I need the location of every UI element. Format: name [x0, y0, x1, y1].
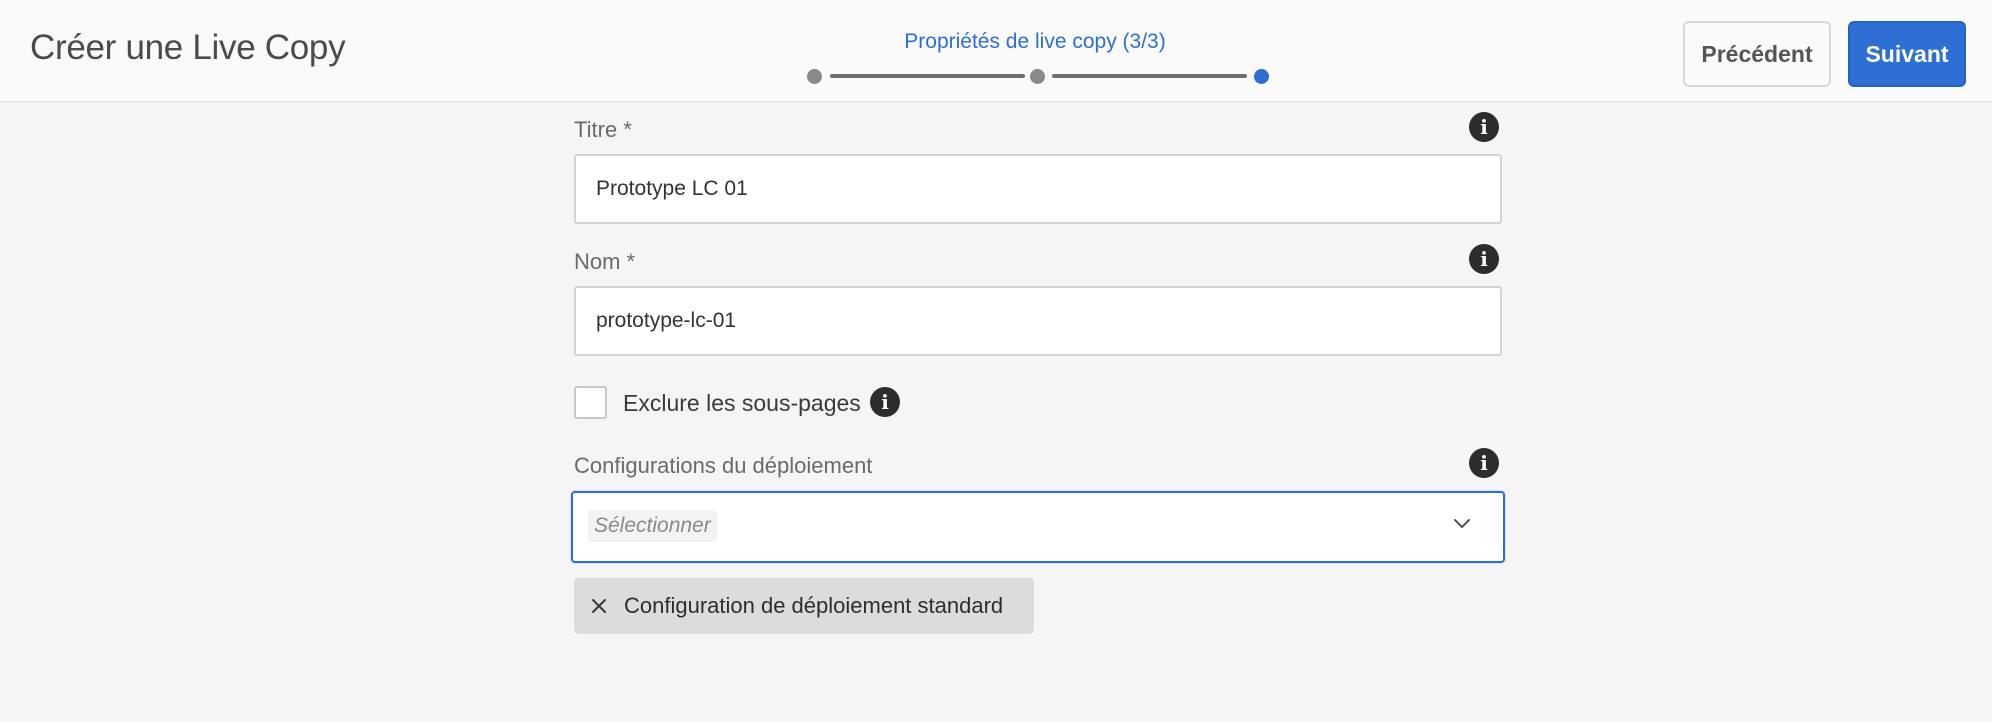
top-bar: Créer une Live Copy Propriétés de live c… — [0, 0, 1992, 102]
previous-button[interactable]: Précédent — [1683, 21, 1831, 87]
title-input[interactable] — [574, 154, 1502, 224]
rollout-configs-select[interactable]: Sélectionner — [571, 491, 1505, 563]
name-input[interactable] — [574, 286, 1502, 356]
rollout-config-tag-label: Configuration de déploiement standard — [624, 593, 1004, 618]
exclude-subpages-checkbox[interactable] — [574, 386, 607, 419]
wizard-step-line-2 — [1052, 74, 1247, 78]
rollout-configs-label: Configurations du déploiement — [574, 453, 873, 478]
exclude-subpages-label: Exclure les sous-pages — [623, 390, 861, 416]
name-field-label: Nom * — [574, 249, 636, 274]
chevron-down-icon — [1454, 519, 1470, 528]
title-info-icon[interactable]: i — [1469, 112, 1499, 142]
wizard-step-line-1 — [830, 74, 1025, 78]
close-icon[interactable] — [574, 578, 624, 634]
wizard-step-2-dot — [1030, 69, 1045, 84]
name-info-icon[interactable]: i — [1469, 244, 1499, 274]
rollout-configs-info-icon[interactable]: i — [1469, 448, 1499, 478]
rollout-config-tag: Configuration de déploiement standard — [574, 578, 1034, 634]
title-field-label: Titre * — [574, 117, 632, 142]
page-title: Créer une Live Copy — [30, 28, 346, 67]
exclude-subpages-info-icon[interactable]: i — [870, 387, 900, 417]
rollout-configs-placeholder: Sélectionner — [588, 510, 717, 542]
next-button[interactable]: Suivant — [1848, 21, 1966, 87]
wizard-progress: Propriétés de live copy (3/3) — [800, 26, 1270, 86]
wizard-current-step-label: Propriétés de live copy (3/3) — [904, 30, 1166, 53]
wizard-step-1-dot — [807, 69, 822, 84]
wizard-step-3-dot — [1254, 69, 1269, 84]
